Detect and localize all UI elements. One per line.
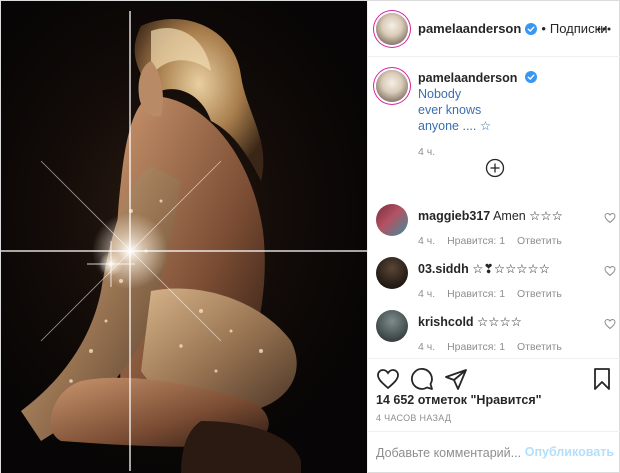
photo-illustration [1,11,367,473]
comment-item: 03.siddh ☆❣☆☆☆☆☆ 4 ч. Нравится: 1 Ответи… [376,257,616,307]
more-options-icon[interactable] [596,21,612,37]
commenter-username[interactable]: maggieb317 [418,209,490,223]
commenter-username[interactable]: krishcold [418,315,474,329]
post-actions-bar [368,358,620,398]
post-photo[interactable] [1,1,367,473]
comments-section: pamelaanderson Nobody ever knows anyone … [368,58,620,358]
comment-likes[interactable]: Нравится: 1 [447,341,505,353]
author-username[interactable]: pamelaanderson [418,21,521,36]
paper-plane-icon[interactable] [444,367,468,391]
author-avatar[interactable] [376,12,408,45]
comment-text: ☆❣☆☆☆☆☆ [472,262,550,276]
verified-badge-icon [525,22,538,35]
instagram-post: pamelaanderson • Подписки pamelaanderson [0,0,620,473]
post-side-panel: pamelaanderson • Подписки pamelaanderson [367,1,620,473]
publish-button[interactable]: Опубликовать [525,445,614,459]
post-header: pamelaanderson • Подписки [368,1,620,57]
reply-button[interactable]: Ответить [517,235,562,247]
heart-icon[interactable] [604,212,616,224]
comment-time: 4 ч. [418,341,436,353]
comment-text: Amen ☆☆☆ [493,209,563,223]
comment-text: ☆☆☆☆ [477,315,522,329]
comment-item: krishcold ☆☆☆☆ 4 ч. Нравится: 1 Ответить [376,310,616,360]
commenter-avatar[interactable] [376,310,408,342]
post-caption: pamelaanderson Nobody ever knows anyone … [376,70,616,160]
bookmark-icon[interactable] [590,367,614,391]
add-comment-bar: Опубликовать [368,431,620,473]
comment-input[interactable] [376,442,536,464]
header-separator: • [541,21,546,36]
plus-circle-icon[interactable] [485,158,505,178]
commenter-avatar[interactable] [376,204,408,236]
caption-text-line2: ever knows [418,103,482,117]
likes-count[interactable]: 14 652 отметок "Нравится" [376,393,542,407]
caption-avatar[interactable] [376,70,408,102]
post-timestamp[interactable]: 4 ЧАСОВ НАЗАД [376,413,451,423]
comment-item: maggieb317 Amen ☆☆☆ 4 ч. Нравится: 1 Отв… [376,204,616,254]
caption-text-line1: Nobody [418,87,462,101]
commenter-avatar[interactable] [376,257,408,289]
comment-time: 4 ч. [418,288,436,300]
reply-button[interactable]: Ответить [517,341,562,353]
heart-icon[interactable] [604,318,616,330]
comment-likes[interactable]: Нравится: 1 [447,235,505,247]
heart-icon[interactable] [376,367,400,391]
heart-icon[interactable] [604,265,616,277]
comment-bubble-icon[interactable] [410,367,434,391]
comment-likes[interactable]: Нравится: 1 [447,288,505,300]
reply-button[interactable]: Ответить [517,288,562,300]
comment-time: 4 ч. [418,235,436,247]
verified-badge-icon [524,71,537,83]
caption-username[interactable]: pamelaanderson [418,71,517,85]
commenter-username[interactable]: 03.siddh [418,262,469,276]
caption-text-line3: anyone .... ☆ [418,119,492,133]
